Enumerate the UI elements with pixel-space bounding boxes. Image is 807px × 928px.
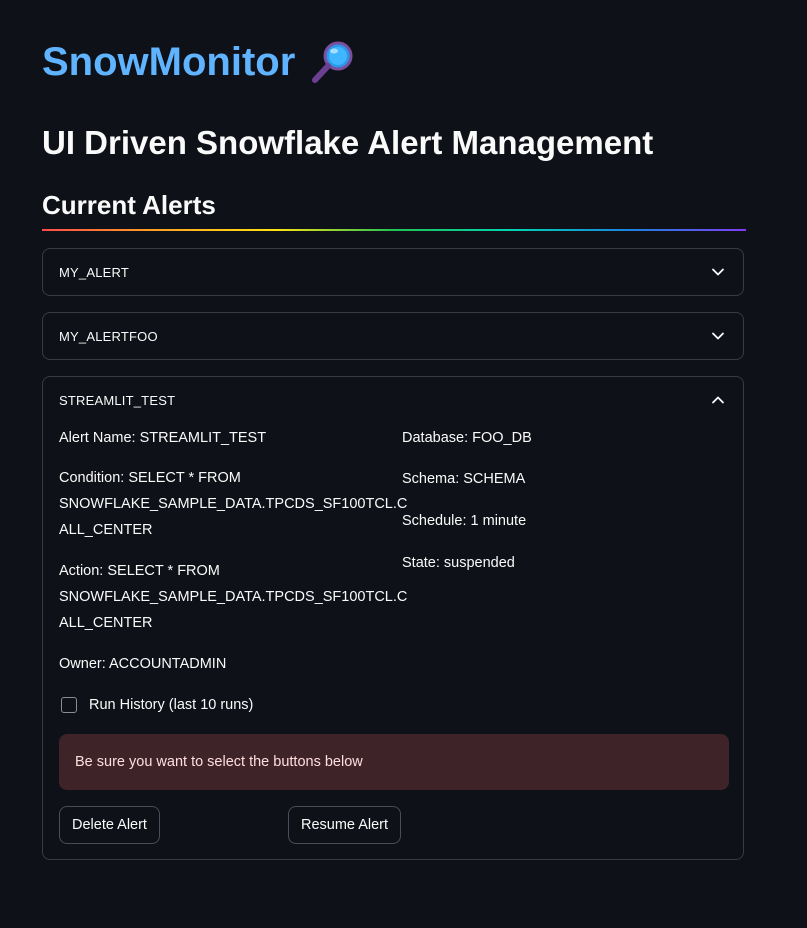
warning-text: Be sure you want to select the buttons b… [75, 754, 363, 770]
condition-line: ALL_CENTER [59, 522, 153, 538]
warning-alert: Be sure you want to select the buttons b… [59, 734, 729, 790]
alert-action-text: Action: SELECT * FROM SNOWFLAKE_SAMPLE_D… [59, 558, 408, 636]
alert-expander-header[interactable]: MY_ALERT [43, 249, 743, 295]
alert-state-text: State: suspended [402, 555, 515, 571]
alert-owner-text: Owner: ACCOUNTADMIN [59, 656, 227, 672]
app-title-text: SnowMonitor [42, 40, 296, 84]
alert-expander-label: MY_ALERT [59, 264, 129, 280]
alert-database-text: Database: FOO_DB [402, 430, 532, 446]
chevron-up-icon [711, 393, 725, 407]
run-history-label: Run History (last 10 runs) [89, 697, 254, 713]
action-line: SNOWFLAKE_SAMPLE_DATA.TPCDS_SF100TCL.C [59, 589, 408, 605]
alert-expander-my-alertfoo: MY_ALERTFOO [42, 312, 744, 360]
alert-expander-label: STREAMLIT_TEST [59, 392, 176, 408]
alert-expander-my-alert: MY_ALERT [42, 248, 744, 296]
condition-line: SNOWFLAKE_SAMPLE_DATA.TPCDS_SF100TCL.C [59, 496, 408, 512]
checkbox-box[interactable] [61, 697, 77, 713]
rainbow-divider [42, 229, 746, 231]
alert-expander-header[interactable]: MY_ALERTFOO [43, 313, 743, 359]
chevron-down-icon [711, 329, 725, 343]
alert-condition-text: Condition: SELECT * FROM SNOWFLAKE_SAMPL… [59, 465, 408, 543]
action-line: ALL_CENTER [59, 615, 153, 631]
alert-expander-label: MY_ALERTFOO [59, 328, 158, 344]
app-page: SnowMonitor UI Driven Snowflake Alert Ma… [0, 0, 807, 928]
action-line: Action: SELECT * FROM [59, 563, 220, 579]
alert-schedule-text: Schedule: 1 minute [402, 513, 527, 529]
alert-schema-text: Schema: SCHEMA [402, 471, 526, 487]
condition-line: Condition: SELECT * FROM [59, 470, 241, 486]
section-header-current-alerts: Current Alerts [42, 190, 216, 220]
delete-alert-button[interactable]: Delete Alert [59, 806, 160, 844]
alert-expander-header[interactable]: STREAMLIT_TEST [43, 377, 743, 423]
alert-expander-streamlit-test: STREAMLIT_TEST Alert Name: STREAMLIT_TES… [42, 376, 744, 860]
magnifying-glass-icon [309, 38, 357, 86]
chevron-down-icon [711, 265, 725, 279]
page-subtitle: UI Driven Snowflake Alert Management [42, 124, 654, 161]
resume-alert-button[interactable]: Resume Alert [288, 806, 402, 844]
alert-name-text: Alert Name: STREAMLIT_TEST [59, 430, 267, 446]
app-title: SnowMonitor [42, 36, 357, 88]
run-history-checkbox[interactable]: Run History (last 10 runs) [61, 697, 253, 713]
